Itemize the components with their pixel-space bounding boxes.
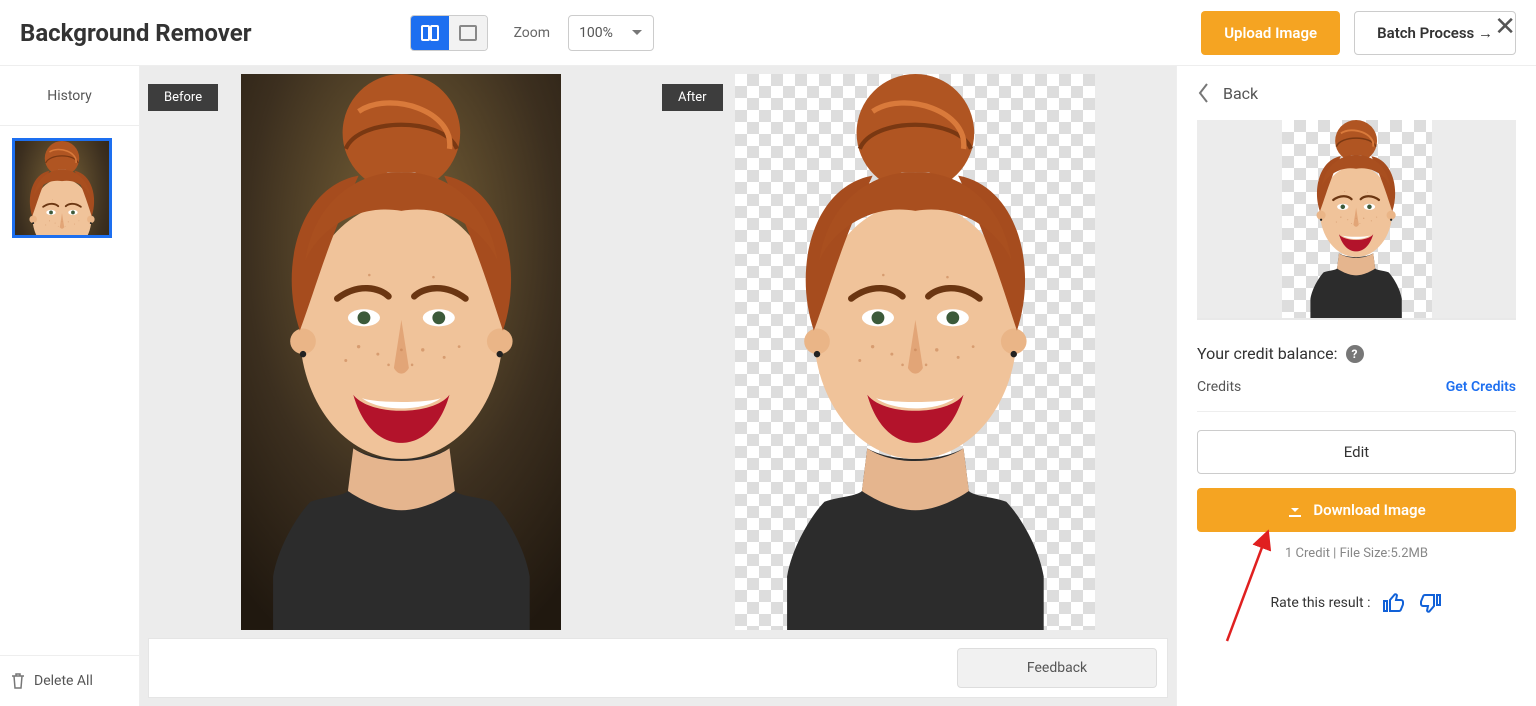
batch-process-button[interactable]: Batch Process → xyxy=(1354,11,1516,55)
upload-image-label: Upload Image xyxy=(1224,24,1317,42)
delete-all-button[interactable]: Delete All xyxy=(0,655,139,706)
thumbs-up-button[interactable] xyxy=(1382,591,1406,615)
detail-panel: Back Your credit balance: ? Credits Get … xyxy=(1176,66,1536,706)
view-toggle-group xyxy=(410,15,488,51)
single-view-icon xyxy=(458,24,478,42)
delete-all-label: Delete All xyxy=(34,673,93,689)
upload-image-button[interactable]: Upload Image xyxy=(1201,11,1340,55)
before-panel: Before xyxy=(148,74,654,630)
preview-bottom-bar: Feedback xyxy=(148,638,1168,698)
thumbs-up-icon xyxy=(1382,591,1406,615)
help-icon[interactable]: ? xyxy=(1346,345,1364,363)
download-icon xyxy=(1287,502,1303,518)
app-title: Background Remover xyxy=(20,19,252,47)
chevron-down-icon xyxy=(631,29,643,37)
history-thumb-list xyxy=(0,126,139,655)
close-icon[interactable]: ✕ xyxy=(1494,14,1516,40)
before-badge: Before xyxy=(148,84,218,111)
back-button[interactable]: Back xyxy=(1197,82,1516,104)
after-panel: After xyxy=(662,74,1168,630)
download-label: Download Image xyxy=(1313,501,1425,519)
history-thumb[interactable] xyxy=(12,138,112,238)
credit-balance-label: Your credit balance: xyxy=(1197,344,1338,363)
feedback-label: Feedback xyxy=(1027,660,1087,676)
download-image-button[interactable]: Download Image xyxy=(1197,488,1516,532)
detail-preview-image xyxy=(1299,120,1413,318)
edit-label: Edit xyxy=(1344,443,1369,461)
file-info: 1 Credit | File Size:5.2MB xyxy=(1197,546,1516,561)
batch-process-label: Batch Process → xyxy=(1377,24,1493,42)
feedback-button[interactable]: Feedback xyxy=(957,648,1157,688)
credits-label: Credits xyxy=(1197,379,1241,395)
view-toggle-splitview[interactable] xyxy=(411,16,449,50)
zoom-value: 100% xyxy=(579,25,613,41)
get-credits-link[interactable]: Get Credits xyxy=(1446,379,1516,395)
credit-balance-title: Your credit balance: ? xyxy=(1197,344,1516,363)
zoom-select[interactable]: 100% xyxy=(568,15,654,51)
zoom-label: Zoom xyxy=(514,25,551,41)
sidebar: History Delete All xyxy=(0,66,140,706)
split-view-icon xyxy=(420,24,440,42)
after-image xyxy=(755,74,1076,630)
back-label: Back xyxy=(1223,84,1258,103)
credit-row: Credits Get Credits xyxy=(1197,363,1516,412)
edit-button[interactable]: Edit xyxy=(1197,430,1516,474)
view-toggle-singleview[interactable] xyxy=(449,16,487,50)
history-label: History xyxy=(47,88,92,104)
trash-icon xyxy=(10,672,26,690)
thumbs-down-button[interactable] xyxy=(1418,591,1442,615)
thumbs-down-icon xyxy=(1418,591,1442,615)
main: History Delete All Before xyxy=(0,66,1536,706)
chevron-left-icon xyxy=(1197,82,1211,104)
rate-row: Rate this result : xyxy=(1197,591,1516,615)
preview-area: Before After xyxy=(140,66,1176,706)
history-tab[interactable]: History xyxy=(0,66,139,126)
preview-panels: Before After xyxy=(148,74,1168,630)
before-image xyxy=(241,74,562,630)
detail-preview xyxy=(1197,120,1516,320)
annotation-arrow-icon xyxy=(1217,526,1277,646)
rate-label: Rate this result : xyxy=(1271,595,1371,611)
topbar: Background Remover Zoom 100% Upload Imag… xyxy=(0,0,1536,66)
